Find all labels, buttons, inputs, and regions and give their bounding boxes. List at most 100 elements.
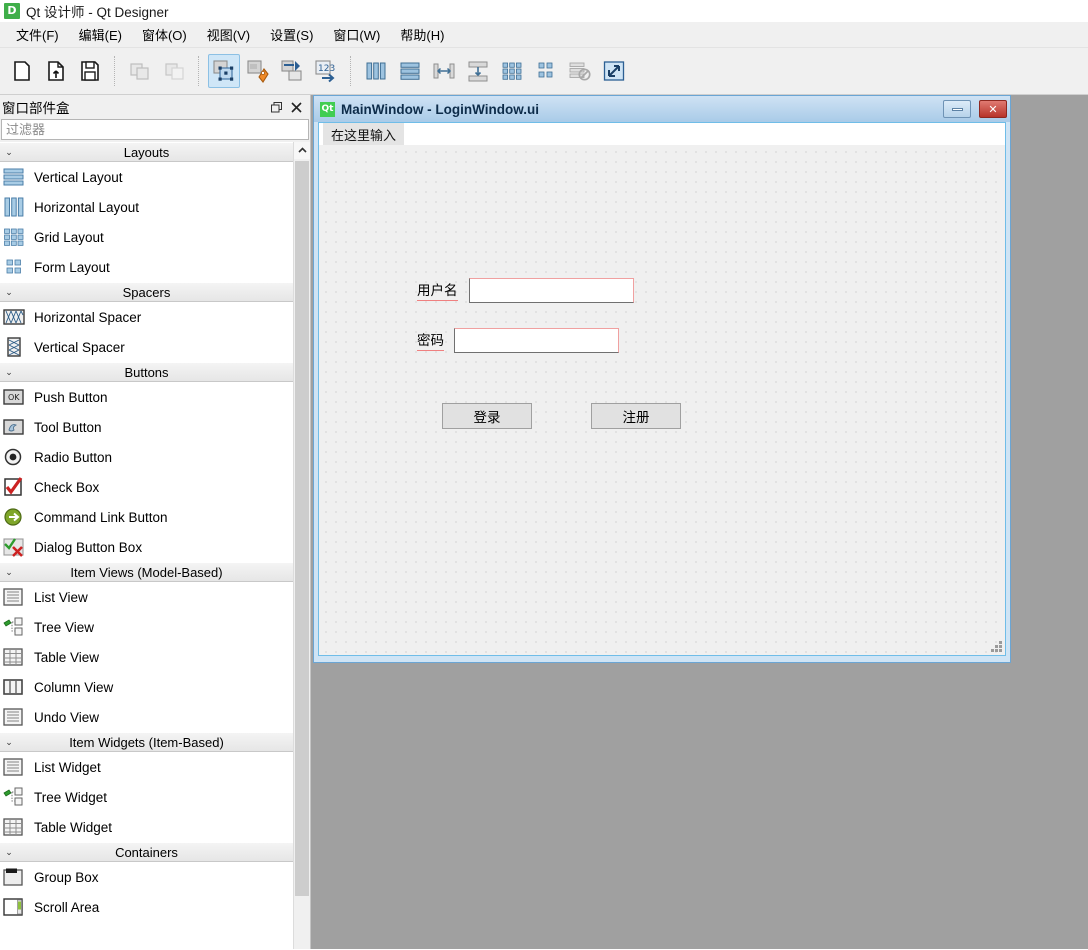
layout-vertically-icon[interactable]: [394, 54, 426, 88]
login-button[interactable]: 登录: [442, 403, 532, 429]
username-label[interactable]: 用户名: [417, 282, 458, 301]
widget-item-list-view[interactable]: List View: [0, 582, 293, 612]
undo-icon[interactable]: [124, 54, 156, 88]
open-form-icon[interactable]: [40, 54, 72, 88]
widget-item-command-link-button[interactable]: Command Link Button: [0, 502, 293, 532]
toolbar: 123: [0, 48, 1088, 95]
widget-item-label: Push Button: [34, 390, 108, 405]
group-item-views[interactable]: ⌄Item Views (Model-Based): [0, 562, 293, 582]
mdi-titlebar[interactable]: Qt MainWindow - LoginWindow.ui ✕: [314, 96, 1010, 122]
adjust-size-icon[interactable]: [598, 54, 630, 88]
toolbar-separator: [350, 56, 352, 86]
widget-item-tree-widget[interactable]: Tree Widget: [0, 782, 293, 812]
widget-item-grid-layout[interactable]: Grid Layout: [0, 222, 293, 252]
tree-widget-icon: [2, 786, 26, 808]
widget-item-label: Tree View: [34, 620, 94, 635]
scroll-area-icon: [2, 896, 26, 918]
form-menubar[interactable]: 在这里输入: [319, 123, 1005, 145]
widget-item-label: Radio Button: [34, 450, 112, 465]
widget-item-vertical-layout[interactable]: Vertical Layout: [0, 162, 293, 192]
menu-view[interactable]: 视图(V): [197, 22, 260, 47]
restore-icon[interactable]: [266, 97, 286, 117]
mdi-workspace: Qt MainWindow - LoginWindow.ui ✕ 在这里输入 注…: [311, 95, 1088, 949]
widget-item-tree-view[interactable]: Tree View: [0, 612, 293, 642]
scrollbar-thumb[interactable]: [295, 161, 309, 896]
widget-filter-input[interactable]: [1, 119, 309, 140]
menu-form[interactable]: 窗体(O): [132, 22, 197, 47]
widget-item-undo-view[interactable]: Undo View: [0, 702, 293, 732]
mdi-child-window[interactable]: Qt MainWindow - LoginWindow.ui ✕ 在这里输入 注…: [313, 95, 1011, 663]
menu-settings[interactable]: 设置(S): [260, 22, 323, 47]
edit-tab-order-icon[interactable]: 123: [310, 54, 342, 88]
svg-text:123: 123: [318, 64, 335, 74]
form-menubar-placeholder[interactable]: 在这里输入: [323, 123, 404, 146]
table-widget-icon: [2, 816, 26, 838]
toolbar-separator: [198, 56, 200, 86]
widget-item-radio-button[interactable]: Radio Button: [0, 442, 293, 472]
edit-widgets-icon[interactable]: [208, 54, 240, 88]
widget-item-table-widget[interactable]: Table Widget: [0, 812, 293, 842]
new-form-icon[interactable]: [6, 54, 38, 88]
widget-item-check-box[interactable]: Check Box: [0, 472, 293, 502]
minimize-button[interactable]: [943, 100, 971, 118]
group-item-widgets[interactable]: ⌄Item Widgets (Item-Based): [0, 732, 293, 752]
password-input[interactable]: [454, 328, 619, 353]
layout-grid-icon[interactable]: [496, 54, 528, 88]
menu-edit[interactable]: 编辑(E): [69, 22, 132, 47]
app-logo-icon: D: [4, 3, 20, 19]
widget-item-label: Undo View: [34, 710, 99, 725]
group-layouts[interactable]: ⌄Layouts: [0, 142, 293, 162]
radio-button-icon: [2, 446, 26, 468]
layout-splitter-horizontal-icon[interactable]: [428, 54, 460, 88]
widget-item-vertical-spacer[interactable]: Vertical Spacer: [0, 332, 293, 362]
layout-horizontally-icon[interactable]: [360, 54, 392, 88]
widget-item-label: Tool Button: [34, 420, 102, 435]
menu-help[interactable]: 帮助(H): [390, 22, 454, 47]
group-title: Layouts: [0, 145, 293, 160]
widget-item-form-layout[interactable]: Form Layout: [0, 252, 293, 282]
close-icon[interactable]: [286, 97, 306, 117]
widget-item-list-widget[interactable]: List Widget: [0, 752, 293, 782]
scrollbar-track[interactable]: [294, 159, 310, 949]
chevron-down-icon: ⌄: [0, 847, 18, 858]
list-widget-icon: [2, 756, 26, 778]
form-editor-body: 在这里输入 注册 登录 密码 用户名: [318, 122, 1006, 656]
chevron-up-icon[interactable]: [294, 142, 310, 159]
break-layout-icon[interactable]: [564, 54, 596, 88]
menu-file[interactable]: 文件(F): [6, 22, 69, 47]
password-label[interactable]: 密码: [417, 332, 444, 351]
edit-buddies-icon[interactable]: [276, 54, 308, 88]
widget-item-label: List View: [34, 590, 88, 605]
widget-box-title: 窗口部件盒: [2, 97, 266, 117]
save-form-icon[interactable]: [74, 54, 106, 88]
command-link-button-icon: [2, 506, 26, 528]
widget-item-push-button[interactable]: OKPush Button: [0, 382, 293, 412]
close-button[interactable]: ✕: [979, 100, 1007, 118]
form-canvas[interactable]: 注册 登录 密码 用户名: [319, 145, 1005, 655]
widget-item-group-box[interactable]: Group Box: [0, 862, 293, 892]
widget-item-table-view[interactable]: Table View: [0, 642, 293, 672]
group-buttons[interactable]: ⌄Buttons: [0, 362, 293, 382]
main-area: 窗口部件盒 ⌄LayoutsVertical LayoutHorizontal …: [0, 95, 1088, 949]
widget-box-scrollbar[interactable]: [293, 142, 310, 949]
widget-item-scroll-area[interactable]: Scroll Area: [0, 892, 293, 922]
layout-splitter-vertical-icon[interactable]: [462, 54, 494, 88]
menu-window[interactable]: 窗口(W): [323, 22, 390, 47]
qt-logo-icon: Qt: [320, 102, 335, 117]
username-input[interactable]: [469, 278, 634, 303]
grid-layout-icon: [2, 226, 26, 248]
edit-signals-slots-icon[interactable]: [242, 54, 274, 88]
widget-item-horizontal-spacer[interactable]: Horizontal Spacer: [0, 302, 293, 332]
widget-item-dialog-button-box[interactable]: Dialog Button Box: [0, 532, 293, 562]
widget-item-column-view[interactable]: Column View: [0, 672, 293, 702]
resize-grip[interactable]: [988, 638, 1002, 652]
register-button[interactable]: 注册: [591, 403, 681, 429]
widget-item-horizontal-layout[interactable]: Horizontal Layout: [0, 192, 293, 222]
group-spacers[interactable]: ⌄Spacers: [0, 282, 293, 302]
redo-icon[interactable]: [158, 54, 190, 88]
group-containers[interactable]: ⌄Containers: [0, 842, 293, 862]
widget-box-list: ⌄LayoutsVertical LayoutHorizontal Layout…: [0, 142, 293, 949]
group-title: Item Views (Model-Based): [0, 565, 293, 580]
layout-form-icon[interactable]: [530, 54, 562, 88]
widget-item-tool-button[interactable]: Tool Button: [0, 412, 293, 442]
